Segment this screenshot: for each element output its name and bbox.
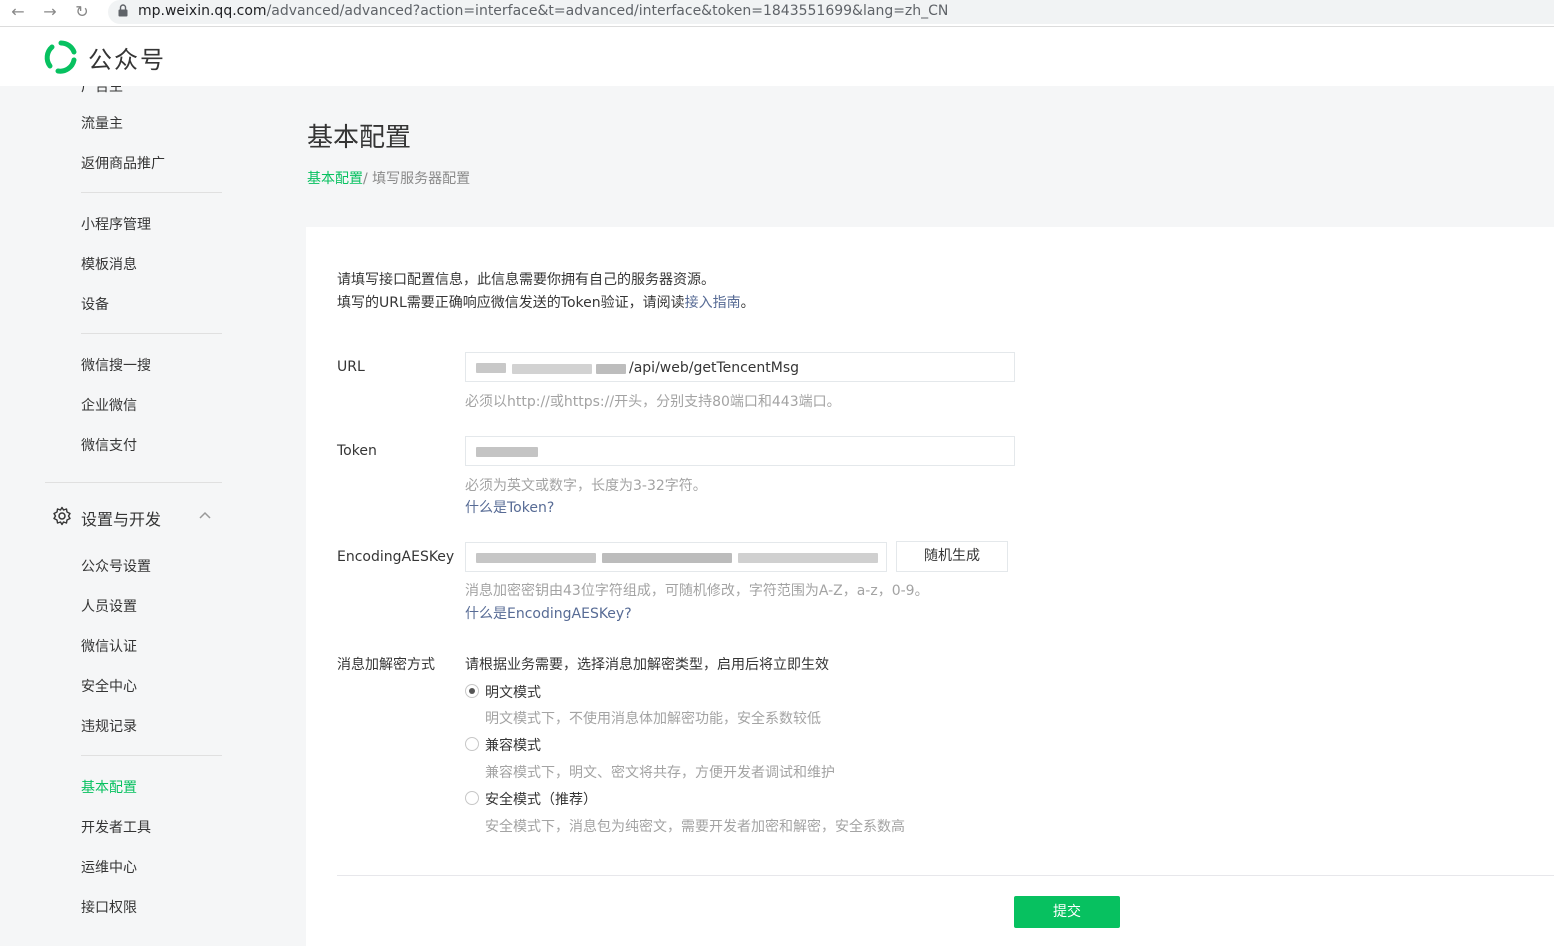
radio-button-checked[interactable] <box>465 684 479 698</box>
sidebar-item-device[interactable]: 设备 <box>81 294 109 314</box>
compatible-mode-hint: 兼容模式下，明文、密文将共存，方便开发者调试和维护 <box>485 765 835 781</box>
intro-text-2: 填写的URL需要正确响应微信发送的Token验证，请阅读接入指南。 <box>337 295 755 311</box>
sidebar-item-miniprogram[interactable]: 小程序管理 <box>81 214 151 234</box>
url-input[interactable]: /api/web/getTencentMsg <box>465 352 1015 382</box>
what-is-token-link[interactable]: 什么是Token? <box>465 497 554 517</box>
sidebar-item-dev-tools[interactable]: 开发者工具 <box>81 817 151 837</box>
token-hint: 必须为英文或数字，长度为3-32字符。 <box>465 478 707 494</box>
intro-text-1: 请填写接口配置信息，此信息需要你拥有自己的服务器资源。 <box>337 272 715 288</box>
sidebar-item-account-settings[interactable]: 公众号设置 <box>81 556 151 576</box>
token-label: Token <box>337 443 377 459</box>
token-input[interactable] <box>465 436 1015 466</box>
sidebar-cutoff-item: 广告主 <box>81 86 123 95</box>
wechat-official-logo-icon <box>44 40 77 74</box>
section-title: 设置与开发 <box>81 510 162 529</box>
breadcrumb: 基本配置/ 填写服务器配置 <box>307 168 470 188</box>
radio-secure-mode[interactable]: 安全模式（推荐） <box>465 789 665 809</box>
sidebar-divider <box>81 192 222 193</box>
aeskey-input[interactable] <box>465 542 887 572</box>
gear-icon <box>53 506 71 526</box>
forward-arrow-icon[interactable]: → <box>40 0 60 24</box>
breadcrumb-link-basic-config[interactable]: 基本配置 <box>307 171 363 187</box>
radio-compatible-mode[interactable]: 兼容模式 <box>465 735 665 755</box>
sidebar-item-liuliangzhu[interactable]: 流量主 <box>81 113 123 133</box>
sidebar-divider <box>81 755 222 756</box>
config-panel: 请填写接口配置信息，此信息需要你拥有自己的服务器资源。 填写的URL需要正确响应… <box>306 227 1554 946</box>
chevron-up-icon[interactable] <box>198 508 212 522</box>
address-text: mp.weixin.qq.com/advanced/advanced?actio… <box>138 3 949 19</box>
sidebar-item-commission[interactable]: 返佣商品推广 <box>81 153 165 173</box>
sidebar-item-staff-settings[interactable]: 人员设置 <box>81 596 137 616</box>
masked-text <box>512 364 592 374</box>
masked-text <box>738 553 878 563</box>
sidebar-item-wechat-search[interactable]: 微信搜一搜 <box>81 355 151 375</box>
browser-toolbar: ← → ↻ mp.weixin.qq.com/advanced/advanced… <box>0 0 1554 27</box>
reload-icon[interactable]: ↻ <box>72 0 92 24</box>
sidebar-divider <box>45 482 222 483</box>
sidebar-item-wecom[interactable]: 企业微信 <box>81 395 137 415</box>
encryption-mode-description: 请根据业务需要，选择消息加解密类型，启用后将立即生效 <box>465 657 829 673</box>
top-header: 公众号 <box>0 27 1554 86</box>
page-title: 基本配置 <box>307 123 412 153</box>
sidebar-item-security-center[interactable]: 安全中心 <box>81 676 137 696</box>
secure-mode-hint: 安全模式下，消息包为纯密文，需要开发者加密和解密，安全系数高 <box>485 819 905 835</box>
address-bar[interactable]: mp.weixin.qq.com/advanced/advanced?actio… <box>108 0 1554 24</box>
url-value-suffix: /api/web/getTencentMsg <box>629 360 800 376</box>
sidebar-item-wechat-verify[interactable]: 微信认证 <box>81 636 137 656</box>
sidebar-divider <box>81 333 222 334</box>
sidebar-item-template-message[interactable]: 模板消息 <box>81 254 137 274</box>
aeskey-hint: 消息加密密钥由43位字符组成，可随机修改，字符范围为A-Z，a-z，0-9。 <box>465 583 929 599</box>
sidebar-item-ops-center[interactable]: 运维中心 <box>81 857 137 877</box>
panel-divider <box>337 875 1554 876</box>
sidebar: 广告主 流量主 返佣商品推广 小程序管理 模板消息 设备 微信搜一搜 企业微信 … <box>0 86 246 946</box>
radio-button[interactable] <box>465 791 479 805</box>
submit-button[interactable]: 提交 <box>1014 896 1120 928</box>
breadcrumb-current: / 填写服务器配置 <box>363 171 471 187</box>
radio-button[interactable] <box>465 737 479 751</box>
sidebar-item-violations[interactable]: 违规记录 <box>81 716 137 736</box>
sidebar-item-basic-config[interactable]: 基本配置 <box>81 777 137 797</box>
masked-text <box>476 447 538 457</box>
sidebar-item-wechat-pay[interactable]: 微信支付 <box>81 435 137 455</box>
masked-text <box>602 553 732 563</box>
url-hint: 必须以http://或https://开头，分别支持80端口和443端口。 <box>465 394 841 410</box>
masked-text <box>476 363 506 373</box>
sidebar-item-api-permissions[interactable]: 接口权限 <box>81 897 137 917</box>
access-guide-link[interactable]: 接入指南 <box>685 295 741 311</box>
radio-plaintext-mode[interactable]: 明文模式 <box>465 682 665 702</box>
what-is-aeskey-link[interactable]: 什么是EncodingAESKey? <box>465 603 632 623</box>
back-arrow-icon[interactable]: ← <box>8 0 28 24</box>
lock-icon <box>118 4 128 20</box>
plaintext-mode-hint: 明文模式下，不使用消息体加解密功能，安全系数较低 <box>485 711 821 727</box>
masked-text <box>476 553 596 563</box>
masked-text <box>596 364 626 374</box>
random-generate-button[interactable]: 随机生成 <box>896 541 1008 572</box>
url-label: URL <box>337 359 365 375</box>
logo-text: 公众号 <box>88 46 166 74</box>
encryption-mode-label: 消息加解密方式 <box>337 657 435 673</box>
aeskey-label: EncodingAESKey <box>337 549 455 565</box>
sidebar-section-settings-dev[interactable]: 设置与开发 <box>52 506 222 530</box>
